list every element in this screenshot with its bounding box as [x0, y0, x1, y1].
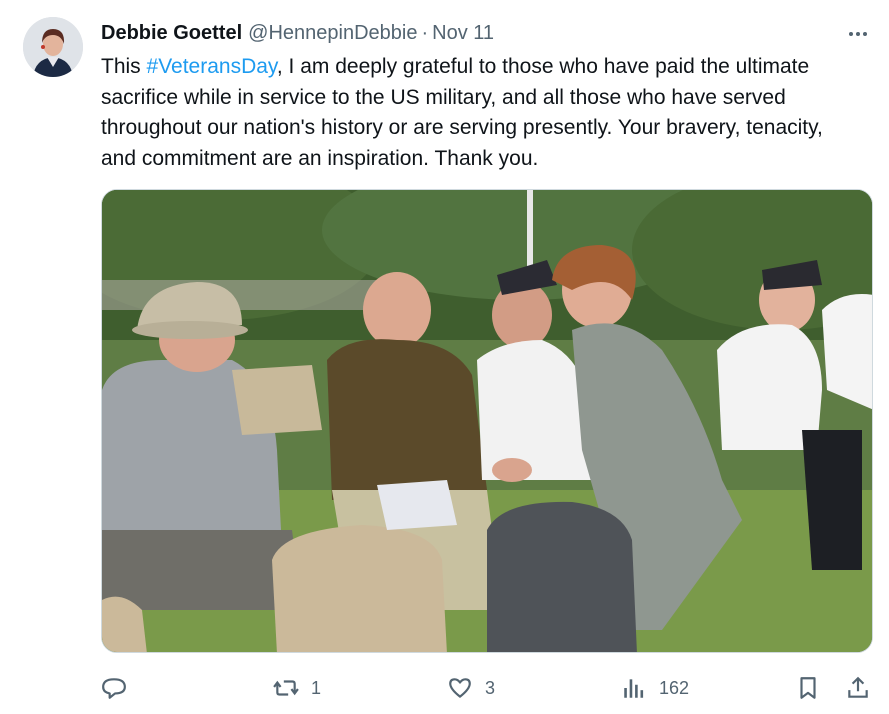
separator-dot: ·	[421, 21, 429, 44]
avatar-image	[23, 17, 83, 77]
share-button[interactable]	[845, 672, 871, 704]
hashtag-link[interactable]: #VeteransDay	[147, 55, 277, 78]
views-count: 162	[659, 677, 690, 698]
reply-button[interactable]	[101, 672, 127, 704]
heart-icon	[449, 678, 471, 698]
retweet-count: 1	[311, 677, 322, 698]
tweet-header: Debbie Goettel @HennepinDebbie · Nov 11	[101, 20, 801, 46]
more-icon	[849, 32, 867, 36]
tweet-actions: 1 3 162	[101, 672, 873, 704]
tweet-text-intro: This	[101, 55, 147, 78]
like-button[interactable]: 3	[447, 672, 495, 704]
reply-icon	[102, 678, 126, 699]
tweet-text: This #VeteransDay, I am deeply grateful …	[101, 52, 861, 174]
author-handle[interactable]: @HennepinDebbie	[248, 22, 417, 45]
views-button[interactable]: 162	[621, 672, 689, 704]
photo-veterans-ceremony	[102, 190, 872, 652]
share-icon	[848, 676, 868, 698]
bookmark-icon	[800, 677, 816, 699]
retweet-button[interactable]: 1	[273, 672, 321, 704]
bookmark-button[interactable]	[795, 672, 821, 704]
more-options-button[interactable]	[840, 22, 876, 46]
tweet-date[interactable]: Nov 11	[432, 22, 494, 45]
tweet-photo[interactable]	[101, 189, 873, 653]
author-avatar[interactable]	[23, 17, 83, 77]
analytics-icon	[624, 679, 644, 698]
like-count: 3	[485, 677, 496, 698]
author-name[interactable]: Debbie Goettel	[101, 22, 242, 45]
retweet-icon	[273, 680, 299, 696]
